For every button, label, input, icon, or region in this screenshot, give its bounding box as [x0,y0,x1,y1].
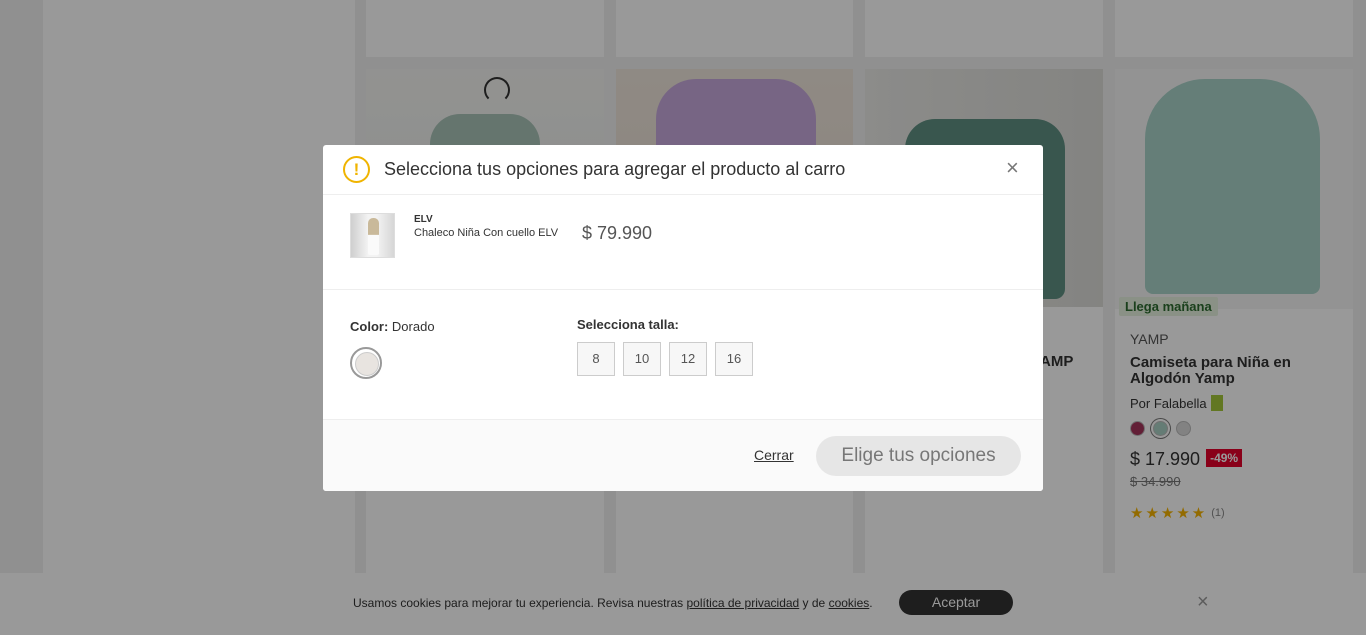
modal-product-summary: ELV Chaleco Niña Con cuello ELV $ 79.990 [323,195,1043,290]
size-option[interactable]: 12 [669,342,707,376]
product-price: $ 79.990 [582,223,653,243]
modal-options: Color: Dorado Selecciona talla: 8 10 12 … [323,290,1043,420]
product-thumbnail [350,213,395,258]
color-value: Dorado [391,319,435,334]
modal-title: Selecciona tus opciones para agregar el … [384,159,846,179]
modal-header: ! Selecciona tus opciones para agregar e… [323,145,1043,195]
warning-icon: ! [343,156,370,183]
size-option[interactable]: 16 [715,342,753,376]
cerrar-link[interactable]: Cerrar [754,447,794,463]
product-brand: ELV [414,214,433,225]
size-options: 8 10 12 16 [577,342,753,376]
color-swatch-dorado[interactable] [350,347,382,379]
modal-footer: Cerrar Elige tus opciones [323,420,1043,491]
options-modal: ! Selecciona tus opciones para agregar e… [323,145,1043,491]
size-label: Selecciona talla: [577,317,679,332]
choose-options-button[interactable]: Elige tus opciones [816,436,1021,476]
size-option[interactable]: 10 [623,342,661,376]
product-name: Chaleco Niña Con cuello ELV [414,227,559,239]
color-label-title: Color: [350,319,389,334]
color-label: Color: Dorado [350,319,435,334]
size-option[interactable]: 8 [577,342,615,376]
close-icon[interactable]: × [1006,157,1019,179]
